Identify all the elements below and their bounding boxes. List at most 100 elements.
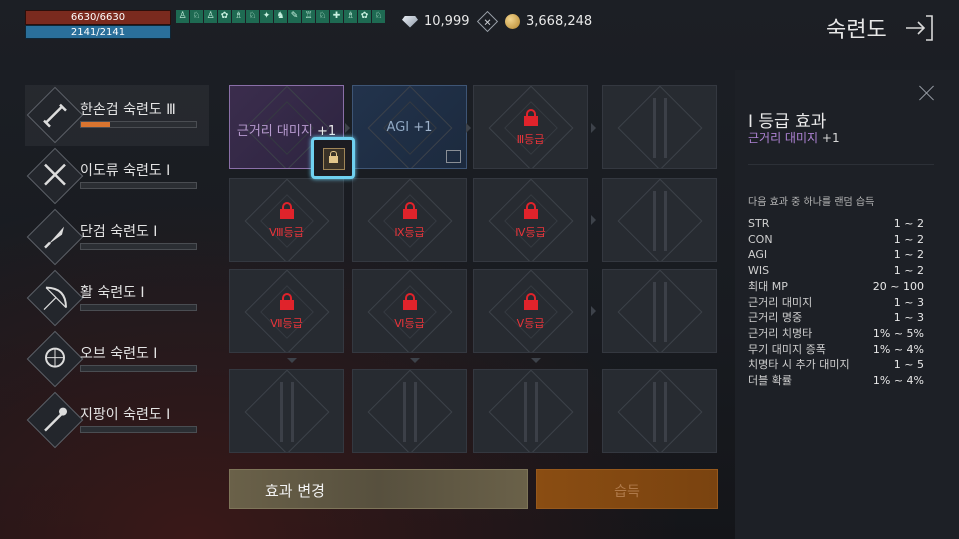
stat-name: WIS	[748, 264, 770, 278]
stat-row: STR 1 ~ 2	[748, 216, 924, 232]
stat-value: 1 ~ 3	[893, 311, 924, 325]
connector-arrow	[410, 358, 420, 368]
stat-name: 더블 확률	[748, 374, 792, 388]
mastery-progress	[80, 121, 197, 128]
effect-sub-bonus: +1	[821, 131, 840, 145]
mastery-item[interactable]: 한손검 숙련도 Ⅲ	[25, 85, 209, 146]
buff-icon: ♘	[246, 10, 259, 23]
stat-name: 무기 대미지 증폭	[748, 342, 826, 356]
stat-value: 1 ~ 2	[893, 232, 924, 246]
stat-row: 근거리 명중 1 ~ 3	[748, 310, 924, 326]
mastery-item[interactable]: 단검 숙련도 Ⅰ	[25, 207, 209, 268]
stat-name: 근거리 치명타	[748, 326, 813, 340]
stat-row: 무기 대미지 증폭 1% ~ 4%	[748, 342, 924, 358]
lock-icon	[523, 109, 538, 126]
buff-icon: ♙	[176, 10, 189, 23]
grid-cell-locked[interactable]: Ⅲ등급	[473, 85, 588, 169]
lock-icon	[402, 293, 417, 310]
connector-arrow	[345, 123, 355, 133]
mastery-item[interactable]: 오브 숙련도 Ⅰ	[25, 329, 209, 390]
lock-toggle-button[interactable]	[311, 137, 355, 179]
buff-icon: ✦	[260, 10, 273, 23]
add-diamond-icon[interactable]	[476, 10, 498, 33]
stat-row: 최대 MP 20 ~ 100	[748, 279, 924, 295]
buff-icon: ♘	[190, 10, 203, 23]
exit-icon[interactable]	[904, 14, 934, 42]
hp-bar: 6630/6630	[25, 10, 171, 25]
buff-icon: ♞	[274, 10, 287, 23]
stat-row: CON 1 ~ 2	[748, 232, 924, 248]
close-icon[interactable]	[919, 85, 935, 101]
mastery-name: 오브 숙련도 Ⅰ	[80, 346, 158, 362]
grade-label: Ⅳ등급	[515, 226, 546, 239]
lock-icon	[279, 202, 294, 219]
stat-value: 20 ~ 100	[872, 279, 924, 293]
buff-icon: ♙	[204, 10, 217, 23]
stat-name: 근거리 명중	[748, 311, 803, 325]
stat-value: 1 ~ 2	[893, 217, 924, 230]
gold-amount: 3,668,248	[526, 14, 593, 29]
learn-button[interactable]: 습득	[536, 469, 718, 509]
mastery-progress	[80, 182, 197, 189]
grid-cell-empty	[229, 369, 344, 453]
grid-cell-locked[interactable]: Ⅶ등급	[229, 269, 344, 353]
learn-label: 습득	[614, 484, 640, 500]
stat-row: 근거리 대미지 1 ~ 3	[748, 295, 924, 311]
mastery-item[interactable]: 활 숙련도 Ⅰ	[25, 268, 209, 329]
gold-coin-icon	[505, 14, 520, 29]
stat-value: 1% ~ 4%	[872, 374, 924, 388]
stat-name: 근거리 대미지	[748, 295, 813, 309]
buff-icon: ✎	[288, 10, 301, 23]
mastery-grid: 근거리 대미지 +1 AGI +1 Ⅲ등급 Ⅷ등급 Ⅸ등급 Ⅳ등급 Ⅶ등급 Ⅵ등급 Ⅴ등급	[223, 78, 723, 468]
stat-value: 1% ~ 4%	[872, 342, 924, 356]
grid-cell-locked[interactable]: Ⅸ등급	[352, 178, 467, 262]
effect-subtitle: 근거리 대미지 +1	[748, 129, 840, 146]
mastery-item[interactable]: 지팡이 숙련도 Ⅰ	[25, 390, 209, 451]
cell-label: AGI +1	[386, 120, 433, 135]
stat-name: STR	[748, 217, 770, 230]
connector-arrow	[466, 123, 476, 133]
mastery-list: 한손검 숙련도 Ⅲ 이도류 숙련도 Ⅰ 단검 숙련도 Ⅰ 활 숙련도 Ⅰ 오브 숙련도 …	[25, 85, 209, 451]
mastery-name: 활 숙련도 Ⅰ	[80, 285, 145, 301]
lock-icon	[279, 293, 294, 310]
buff-icon: ♖	[302, 10, 315, 23]
stat-value: 1 ~ 5	[893, 358, 924, 372]
buff-icon: ♗	[232, 10, 245, 23]
dagger-icon	[44, 226, 64, 249]
grade-label: Ⅷ등급	[269, 226, 304, 239]
buff-icon: ♗	[344, 10, 357, 23]
mastery-icon-frame	[26, 208, 84, 266]
bow-icon	[43, 286, 67, 311]
grade-label: Ⅸ등급	[394, 226, 425, 239]
grid-cell-agi[interactable]: AGI +1	[352, 85, 467, 169]
stat-row: 더블 확률 1% ~ 4%	[748, 373, 924, 389]
grade-label: Ⅲ등급	[516, 133, 545, 146]
random-effect-heading: 다음 효과 중 하나를 랜덤 습득	[748, 197, 875, 208]
mastery-progress	[80, 426, 197, 433]
mastery-name: 단검 숙련도 Ⅰ	[80, 224, 158, 240]
mastery-item[interactable]: 이도류 숙련도 Ⅰ	[25, 146, 209, 207]
gold-currency: 3,668,248	[505, 14, 592, 29]
diamond-currency: 10,999	[402, 10, 498, 33]
grid-cell-empty	[352, 369, 467, 453]
stat-name: CON	[748, 232, 773, 246]
orb-icon	[45, 347, 65, 368]
stat-name: 최대 MP	[748, 279, 788, 293]
change-effect-button[interactable]: 효과 변경	[229, 469, 528, 509]
grid-cell-locked[interactable]: Ⅳ등급	[473, 178, 588, 262]
sword-icon	[43, 103, 67, 128]
stat-row: AGI 1 ~ 2	[748, 247, 924, 263]
grid-cell-locked[interactable]: Ⅵ등급	[352, 269, 467, 353]
grid-cell-empty	[602, 369, 717, 453]
grid-cell-locked[interactable]: Ⅷ등급	[229, 178, 344, 262]
lock-icon-highlighted	[323, 148, 345, 170]
dual-swords-icon	[44, 163, 66, 186]
buff-bar: ♙ ♘ ♙ ✿ ♗ ♘ ✦ ♞ ✎ ♖ ♘ ✚ ♗ ✿ ♘	[176, 10, 385, 23]
mastery-name: 지팡이 숙련도 Ⅰ	[80, 407, 171, 423]
grid-cell-locked[interactable]: Ⅴ등급	[473, 269, 588, 353]
stat-value: 1 ~ 2	[893, 248, 924, 262]
mastery-icon-frame	[26, 330, 84, 388]
grid-cell-empty	[602, 85, 717, 169]
mastery-icon-frame	[26, 147, 84, 205]
connector-arrow	[531, 358, 541, 368]
